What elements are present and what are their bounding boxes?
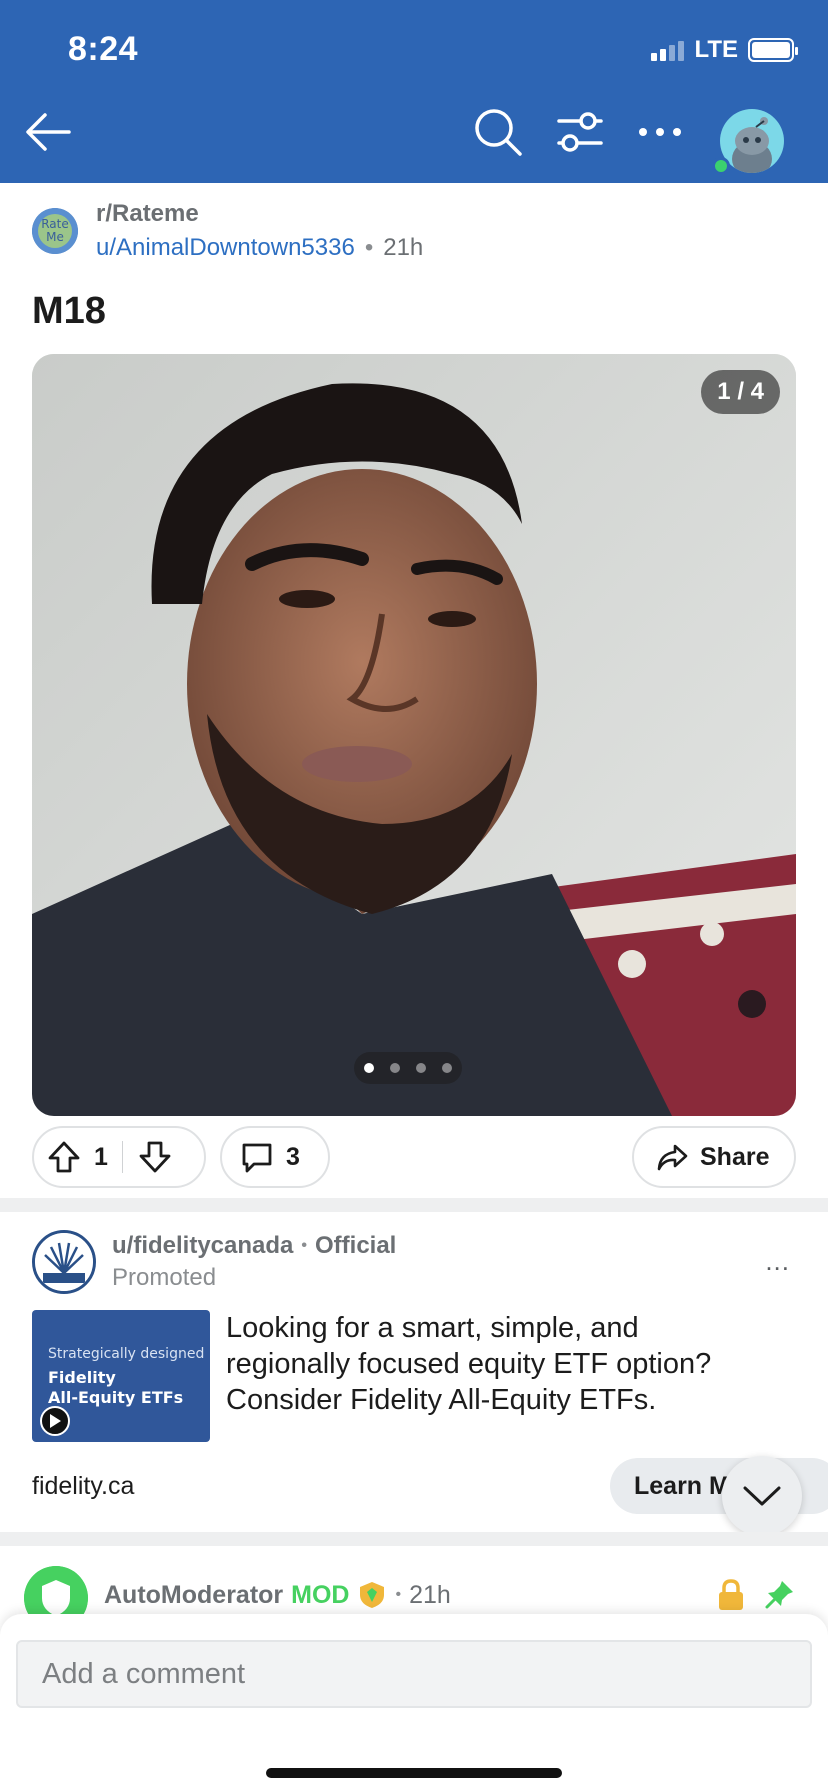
ad-author[interactable]: u/fidelitycanada <box>112 1232 293 1260</box>
battery-icon <box>748 38 798 62</box>
vote-control: 1 <box>32 1126 206 1188</box>
search-button[interactable] <box>466 100 530 164</box>
online-status-dot <box>712 157 730 175</box>
back-button[interactable] <box>16 100 80 164</box>
vote-count: 1 <box>94 1142 108 1171</box>
meta-separator: • <box>364 234 374 261</box>
scroll-down-button[interactable] <box>722 1456 802 1536</box>
post-photo <box>32 354 796 1116</box>
network-label: LTE <box>694 36 738 63</box>
comments-button[interactable]: 3 <box>220 1126 330 1188</box>
status-time: 8:24 <box>68 30 139 68</box>
automod-age: 21h <box>409 1580 451 1609</box>
ad-thumb-tagline: Strategically designed <box>48 1346 205 1362</box>
ad-separator: • <box>301 1237 307 1254</box>
promoted-label: Promoted <box>112 1264 217 1291</box>
mod-shield-icon <box>360 1582 385 1608</box>
more-options-button[interactable] <box>628 100 692 164</box>
comment-icon <box>242 1143 272 1173</box>
upvote-icon[interactable] <box>46 1139 82 1175</box>
ad-thumb-brand: Fidelity <box>48 1368 116 1387</box>
signal-icon <box>651 39 685 61</box>
back-arrow-icon <box>26 113 71 151</box>
filter-sort-icon <box>557 112 603 152</box>
subreddit-icon[interactable]: Rate Me <box>32 208 78 254</box>
image-counter-badge: 1 / 4 <box>701 370 780 414</box>
pagination-dot[interactable] <box>416 1063 426 1073</box>
automod-header: AutoModerator MOD • 21h <box>104 1580 451 1610</box>
post-image-gallery[interactable]: 1 / 4 <box>32 354 796 1116</box>
mod-badge: MOD <box>291 1580 350 1609</box>
subreddit-name[interactable]: r/Rateme <box>96 200 199 228</box>
play-icon[interactable] <box>40 1406 70 1436</box>
automod-name[interactable]: AutoModerator <box>104 1581 283 1610</box>
status-icons: LTE <box>651 36 798 64</box>
svg-text:Me: Me <box>46 230 64 244</box>
pin-icon <box>765 1581 793 1609</box>
post-author[interactable]: u/AnimalDowntown5336 <box>96 234 355 262</box>
ad-domain[interactable]: fidelity.ca <box>32 1472 134 1501</box>
comment-count: 3 <box>286 1142 300 1171</box>
more-icon <box>639 128 681 136</box>
post-meta: u/AnimalDowntown5336 • 21h <box>96 234 423 262</box>
pagination-dot[interactable] <box>390 1063 400 1073</box>
ad-thumb-product: All-Equity ETFs <box>48 1388 184 1407</box>
pagination-dot[interactable] <box>442 1063 452 1073</box>
ad-headline[interactable]: Looking for a smart, simple, and regiona… <box>226 1310 766 1418</box>
lock-icon <box>719 1579 743 1610</box>
home-indicator[interactable] <box>266 1768 562 1778</box>
ad-author-row: u/fidelitycanada • Official <box>112 1232 396 1260</box>
advertiser-logo[interactable] <box>32 1230 96 1294</box>
chevron-down-icon <box>743 1486 781 1506</box>
ad-more-button[interactable]: ... <box>765 1246 790 1277</box>
nav-bar <box>0 100 828 180</box>
post-age: 21h <box>383 234 424 261</box>
user-avatar-button[interactable] <box>712 109 788 175</box>
svg-text:Rate: Rate <box>41 217 69 231</box>
post-title: M18 <box>32 290 106 332</box>
app-header: 8:24 LTE <box>0 0 828 183</box>
meta-separator: • <box>395 1586 402 1603</box>
post-actions: 1 3 Share <box>32 1126 796 1188</box>
official-badge: Official <box>315 1232 397 1259</box>
share-label: Share <box>700 1142 770 1171</box>
pagination-dot[interactable] <box>364 1063 374 1073</box>
image-pagination-dots <box>354 1052 462 1084</box>
search-icon <box>475 109 522 156</box>
comment-composer: Add a comment <box>0 1614 828 1792</box>
section-divider <box>0 1198 828 1212</box>
vote-divider <box>121 1141 123 1173</box>
share-icon <box>657 1144 688 1171</box>
sort-button[interactable] <box>548 100 612 164</box>
section-divider <box>0 1532 828 1546</box>
add-comment-input[interactable]: Add a comment <box>16 1640 812 1708</box>
share-button[interactable]: Share <box>632 1126 796 1188</box>
downvote-icon[interactable] <box>137 1139 173 1175</box>
ad-thumbnail[interactable]: Strategically designed Fidelity All-Equi… <box>32 1310 210 1442</box>
